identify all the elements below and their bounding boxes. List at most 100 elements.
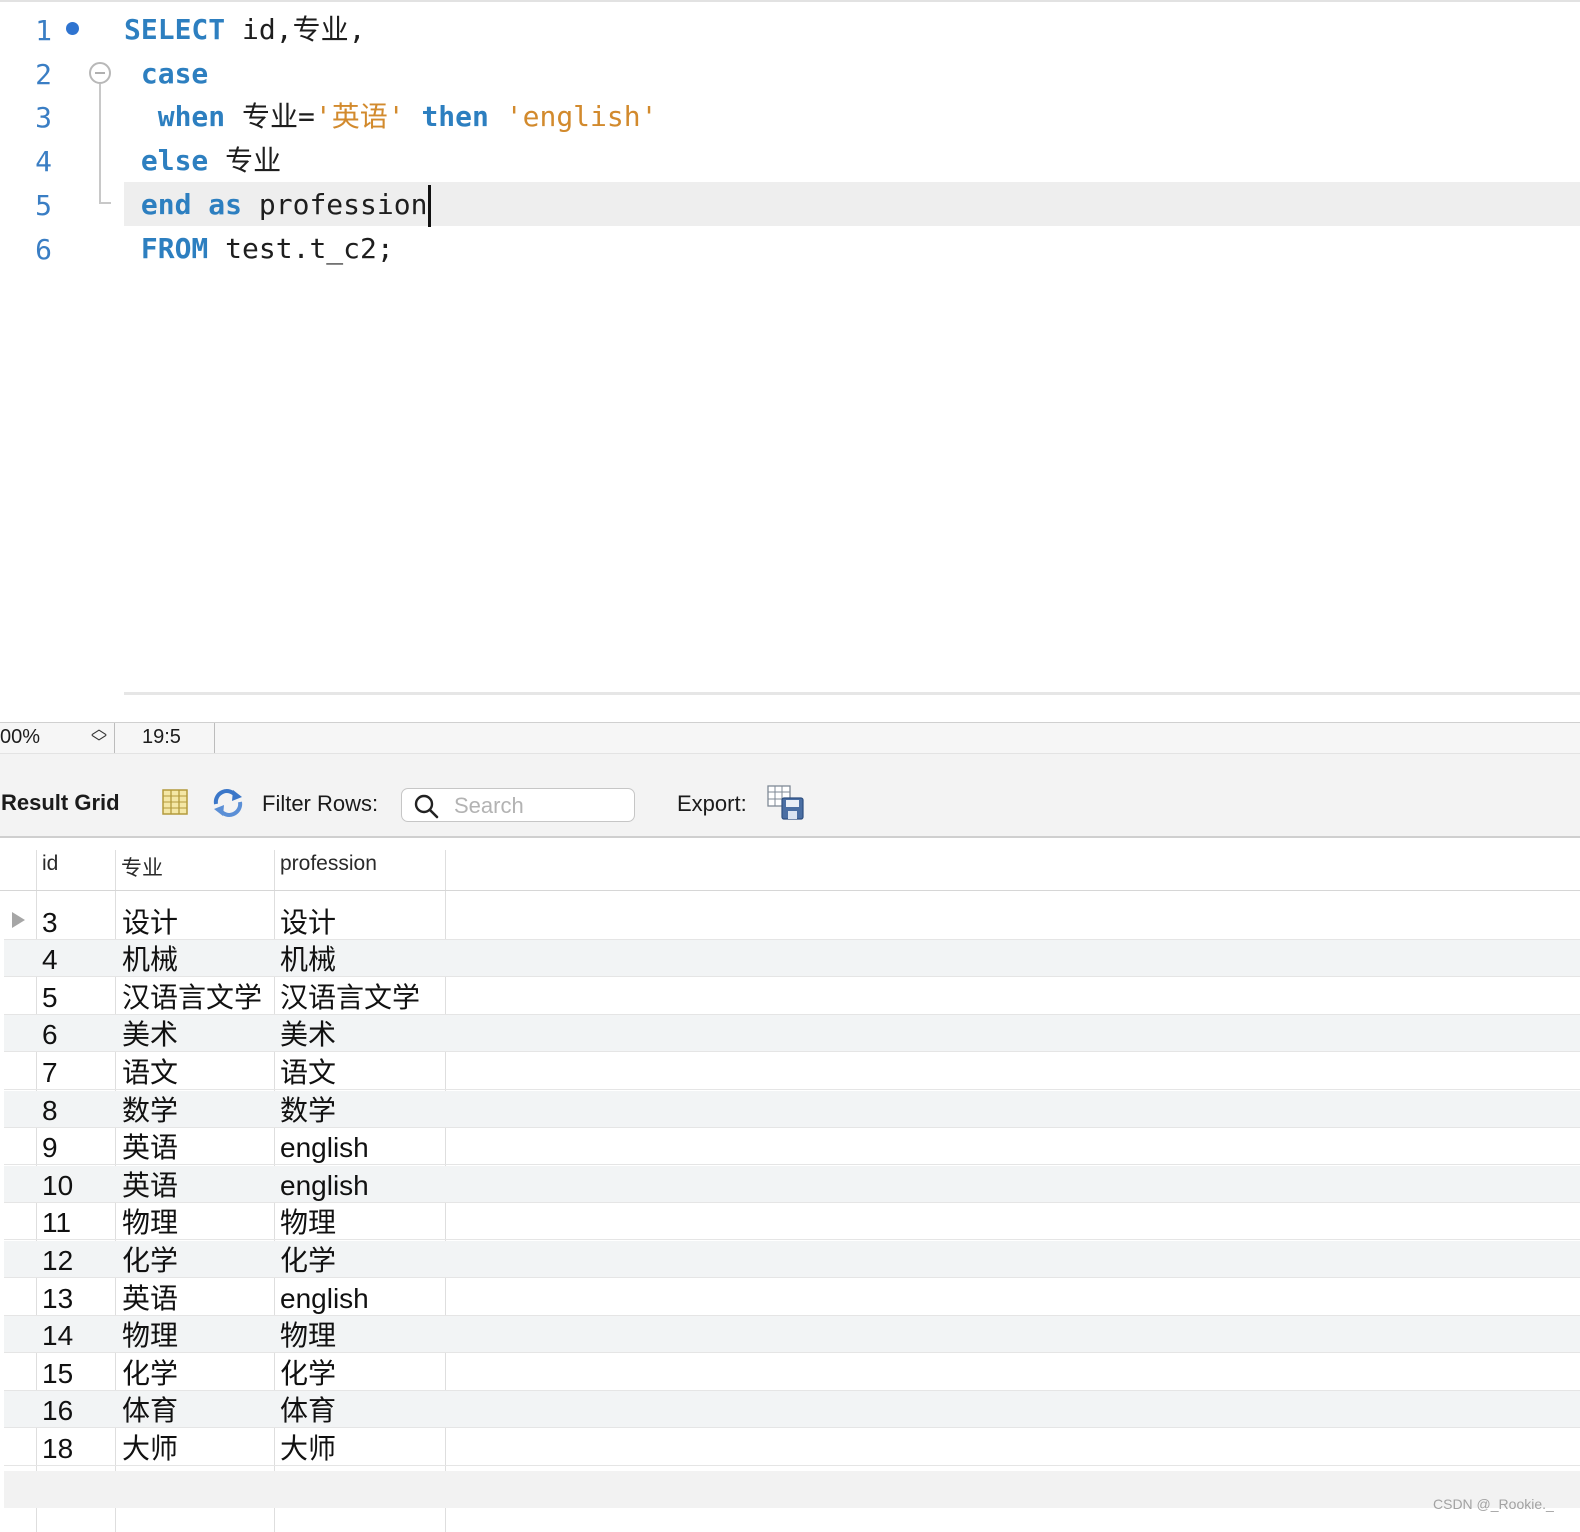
table-row[interactable]: 7 语文 语文	[4, 1053, 1580, 1090]
table-row[interactable]: 9 英语 english	[4, 1128, 1580, 1166]
cell-profession[interactable]: english	[280, 1132, 369, 1164]
sql-string: '英语'	[314, 100, 405, 134]
sql-keyword: case	[124, 56, 209, 90]
cell-id[interactable]: 11	[42, 1207, 71, 1239]
cell-major[interactable]: 物理	[122, 1207, 178, 1239]
cell-major[interactable]: 英语	[122, 1283, 178, 1315]
table-row[interactable]: 3 设计 设计	[4, 903, 1580, 940]
cell-major[interactable]: 语文	[122, 1057, 178, 1089]
status-divider	[214, 723, 215, 753]
cell-major[interactable]: 英语	[122, 1132, 178, 1164]
cell-id[interactable]: 4	[42, 944, 58, 976]
cell-profession[interactable]: 美术	[280, 1019, 336, 1051]
code-line[interactable]: when 专业='英语' then 'english'	[124, 95, 658, 139]
table-row[interactable]: 13 英语 english	[4, 1279, 1580, 1316]
statement-marker-icon[interactable]	[66, 22, 79, 35]
column-header-major[interactable]: 专业	[121, 852, 163, 882]
cell-major[interactable]: 物理	[122, 1320, 178, 1352]
result-grid-tab[interactable]: Result Grid	[1, 790, 120, 816]
fold-collapse-icon[interactable]	[89, 62, 111, 84]
cell-id[interactable]: 8	[42, 1095, 58, 1127]
cursor-position: 19:5	[142, 726, 181, 748]
line-number: 3	[35, 101, 52, 135]
table-row[interactable]: 8 数学 数学	[4, 1090, 1580, 1128]
line-number: 4	[35, 145, 52, 179]
filter-search-input[interactable]	[452, 791, 631, 821]
cell-profession[interactable]: 化学	[280, 1245, 336, 1277]
cell-id[interactable]: 3	[42, 907, 58, 939]
table-row[interactable]: 12 化学 化学	[4, 1240, 1580, 1278]
cell-major[interactable]: 英语	[122, 1170, 178, 1202]
table-row[interactable]: 10 英语 english	[4, 1165, 1580, 1203]
code-line[interactable]: end as profession	[124, 183, 432, 227]
cell-id[interactable]: 6	[42, 1019, 58, 1051]
cell-profession[interactable]: 语文	[280, 1057, 336, 1089]
search-icon	[414, 794, 439, 819]
code-line[interactable]: FROM test.t_c2;	[124, 227, 394, 271]
cell-major[interactable]: 化学	[122, 1358, 178, 1390]
refresh-icon[interactable]	[211, 788, 245, 818]
table-row[interactable]: 18 大师 大师	[4, 1429, 1580, 1466]
cell-id[interactable]: 16	[42, 1395, 73, 1427]
cell-major[interactable]: 大师	[122, 1433, 178, 1465]
table-row[interactable]: 6 美术 美术	[4, 1015, 1580, 1053]
cell-major[interactable]: 设计	[122, 907, 178, 939]
grid-columns-icon[interactable]	[162, 788, 188, 816]
cell-profession[interactable]: 数学	[280, 1095, 336, 1127]
result-grid[interactable]: id 专业 profession 3 设计 设计 4 机械 机械 5 汉语言文学 汉语言文学 6 美…	[0, 838, 1580, 1532]
status-divider	[114, 723, 115, 753]
column-header-profession[interactable]: profession	[280, 852, 377, 876]
cell-profession[interactable]: 大师	[280, 1433, 336, 1465]
cell-id[interactable]: 14	[42, 1320, 73, 1352]
cell-id[interactable]: 15	[42, 1358, 73, 1390]
cell-id[interactable]: 13	[42, 1283, 73, 1315]
column-header-id[interactable]: id	[42, 852, 58, 876]
cell-id[interactable]: 9	[42, 1132, 58, 1164]
table-row[interactable]: 5 汉语言文学 汉语言文学	[4, 978, 1580, 1015]
line-number: 2	[35, 57, 52, 91]
cell-major[interactable]: 数学	[122, 1095, 178, 1127]
export-spreadsheet-icon[interactable]	[767, 785, 805, 821]
cell-profession[interactable]: 机械	[280, 944, 336, 976]
cell-profession[interactable]: 设计	[280, 907, 336, 939]
result-grid-toolbar: Result Grid Filter Rows: Export:	[0, 754, 1580, 838]
empty-new-row[interactable]	[4, 1471, 1580, 1508]
table-row[interactable]: 15 化学 化学	[4, 1354, 1580, 1391]
sql-text: 专业	[208, 144, 282, 178]
sql-text: id,专业,	[225, 13, 366, 46]
cell-major[interactable]: 汉语言文学	[122, 982, 262, 1014]
cell-profession[interactable]: 物理	[280, 1207, 336, 1239]
cell-major[interactable]: 机械	[122, 944, 178, 976]
code-line[interactable]: case	[124, 52, 208, 96]
cell-major[interactable]: 化学	[122, 1245, 178, 1277]
sql-text: 专业=	[225, 100, 315, 134]
sql-keyword: SELECT	[124, 13, 226, 46]
table-row[interactable]: 14 物理 物理	[4, 1316, 1580, 1354]
cell-major[interactable]: 体育	[122, 1395, 178, 1427]
cell-profession[interactable]: 化学	[280, 1358, 336, 1390]
cell-id[interactable]: 12	[42, 1245, 73, 1277]
filter-search-box[interactable]	[401, 788, 635, 822]
editor-horizontal-scrollbar[interactable]	[124, 692, 1580, 695]
table-row[interactable]: 16 体育 体育	[4, 1391, 1580, 1429]
cell-profession[interactable]: 体育	[280, 1395, 336, 1427]
cell-id[interactable]: 18	[42, 1433, 73, 1465]
cell-profession[interactable]: english	[280, 1170, 369, 1202]
code-line[interactable]: SELECT id,专业,	[124, 8, 365, 52]
zoom-stepper-icon[interactable]: ︿ ﹀	[88, 722, 110, 753]
sql-editor[interactable]: 1 2 3 4 5 6 SELECT id,专业, case when 专业='英语' t…	[0, 0, 1580, 722]
code-line[interactable]: else 专业	[124, 139, 281, 183]
table-row[interactable]: 11 物理 物理	[4, 1203, 1580, 1241]
cell-profession[interactable]: english	[280, 1283, 369, 1315]
cell-major[interactable]: 美术	[122, 1019, 178, 1051]
cell-id[interactable]: 10	[42, 1170, 73, 1202]
cell-id[interactable]: 5	[42, 982, 58, 1014]
cell-profession[interactable]: 物理	[280, 1320, 336, 1352]
cell-profession[interactable]: 汉语言文学	[280, 982, 420, 1014]
cell-id[interactable]: 7	[42, 1057, 58, 1089]
table-row[interactable]: 4 机械 机械	[4, 940, 1580, 978]
export-label: Export:	[677, 791, 747, 816]
